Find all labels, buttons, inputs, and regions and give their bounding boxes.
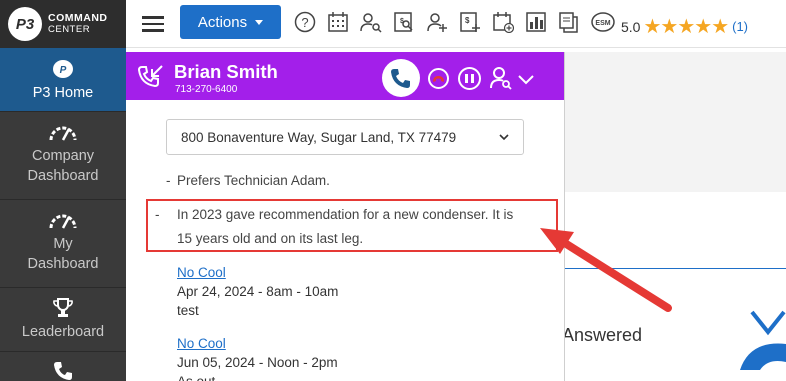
calendar-icon[interactable] <box>327 11 349 33</box>
sidebar: P3 COMMAND CENTER P P3 Home Company Dash… <box>0 0 126 381</box>
caller-phone: 713-270-6400 <box>175 84 238 95</box>
background-divider <box>565 268 786 269</box>
star-rating-icon: ★★★★★ <box>643 16 729 38</box>
sidebar-item-label: My Dashboard <box>27 236 99 272</box>
copy-icon[interactable] <box>558 11 580 33</box>
add-calendar-icon[interactable] <box>492 11 514 33</box>
pause-icon <box>465 74 468 83</box>
sidebar-item-my-dashboard[interactable]: My Dashboard <box>0 200 126 288</box>
top-bar: Actions ? $ $ ESM 5.0 ★★★★★ (1) <box>126 0 786 48</box>
highlight-box <box>146 199 558 252</box>
svg-text:P: P <box>60 65 67 76</box>
incoming-call-icon <box>137 64 164 95</box>
phone-icon <box>52 360 74 381</box>
help-icon[interactable]: ? <box>294 11 316 33</box>
sidebar-item-phone[interactable] <box>0 352 126 381</box>
background-gray-block <box>565 52 786 192</box>
phone-icon <box>738 310 786 381</box>
rating-value: 5.0 <box>621 18 641 35</box>
svg-text:?: ? <box>301 15 308 30</box>
document-search-icon[interactable]: $ <box>393 11 415 33</box>
menu-icon[interactable] <box>142 16 164 32</box>
person-search-icon[interactable] <box>360 11 382 33</box>
customer-search-button[interactable] <box>490 66 512 95</box>
appointment-item: No Cool Apr 24, 2024 - 8am - 10am test <box>177 263 338 320</box>
actions-label: Actions <box>197 13 248 31</box>
note-text: Prefers Technician Adam. <box>177 173 330 188</box>
appointment-datetime: Apr 24, 2024 - 8am - 10am <box>177 284 339 299</box>
gauge-icon <box>48 120 78 144</box>
sidebar-item-label: Leaderboard <box>21 324 105 340</box>
appointment-type-link[interactable]: No Cool <box>177 336 226 351</box>
address-select[interactable]: 800 Bonaventure Way, Sugar Land, TX 7747… <box>166 119 524 155</box>
rating[interactable]: 5.0 ★★★★★ (1) <box>621 14 748 39</box>
logo[interactable]: P3 COMMAND CENTER <box>0 0 126 48</box>
sidebar-item-p3-home[interactable]: P P3 Home <box>0 48 126 112</box>
appointment-note: test <box>177 303 199 318</box>
appointment-type-link[interactable]: No Cool <box>177 265 226 280</box>
esm-label: ESM <box>595 20 610 27</box>
actions-dropdown-button[interactable]: Actions <box>180 5 281 39</box>
bar-chart-icon[interactable] <box>525 11 547 33</box>
chevron-down-icon <box>518 75 534 85</box>
esm-icon[interactable]: ESM <box>591 11 615 33</box>
appointment-datetime: Jun 05, 2024 - Noon - 2pm <box>177 355 338 370</box>
pause-icon-bar <box>471 74 474 83</box>
rating-count-link[interactable]: (1) <box>732 19 748 34</box>
hang-up-button[interactable] <box>428 68 449 89</box>
background-answered-text: Answered <box>562 325 643 345</box>
add-invoice-icon[interactable]: $ <box>459 11 481 33</box>
caller-name: Brian Smith <box>174 61 278 82</box>
add-person-icon[interactable] <box>426 11 448 33</box>
answer-call-button[interactable] <box>382 59 420 97</box>
call-header: Brian Smith 713-270-6400 <box>126 52 564 100</box>
svg-text:$: $ <box>465 16 470 25</box>
trophy-icon <box>52 296 74 320</box>
logo-text: COMMAND CENTER <box>48 12 108 36</box>
p3-logo-icon: P <box>52 57 74 81</box>
appointment-note: As out <box>177 372 338 381</box>
app-root: P3 COMMAND CENTER P P3 Home Company Dash… <box>0 0 786 381</box>
logo-mark: P3 <box>8 7 42 41</box>
phone-icon <box>391 69 410 88</box>
sidebar-item-label: P3 Home <box>32 84 94 101</box>
customer-note: - Prefers Technician Adam. <box>166 173 330 188</box>
gauge-icon <box>48 208 78 232</box>
appointment-item: No Cool Jun 05, 2024 - Noon - 2pm As out <box>177 334 338 381</box>
hang-up-icon <box>433 75 444 82</box>
person-search-icon <box>490 67 512 90</box>
hold-button[interactable] <box>458 67 481 90</box>
caret-down-icon <box>255 19 264 25</box>
sidebar-item-label: Company Dashboard <box>27 148 99 184</box>
sidebar-item-company-dashboard[interactable]: Company Dashboard <box>0 112 126 200</box>
expand-button[interactable] <box>518 72 534 90</box>
logo-subtitle: CENTER <box>48 24 91 35</box>
chevron-down-icon <box>499 133 509 140</box>
address-selected-value: 800 Bonaventure Way, Sugar Land, TX 7747… <box>181 129 457 145</box>
sidebar-item-leaderboard[interactable]: Leaderboard <box>0 288 126 352</box>
logo-title: COMMAND <box>48 12 108 24</box>
